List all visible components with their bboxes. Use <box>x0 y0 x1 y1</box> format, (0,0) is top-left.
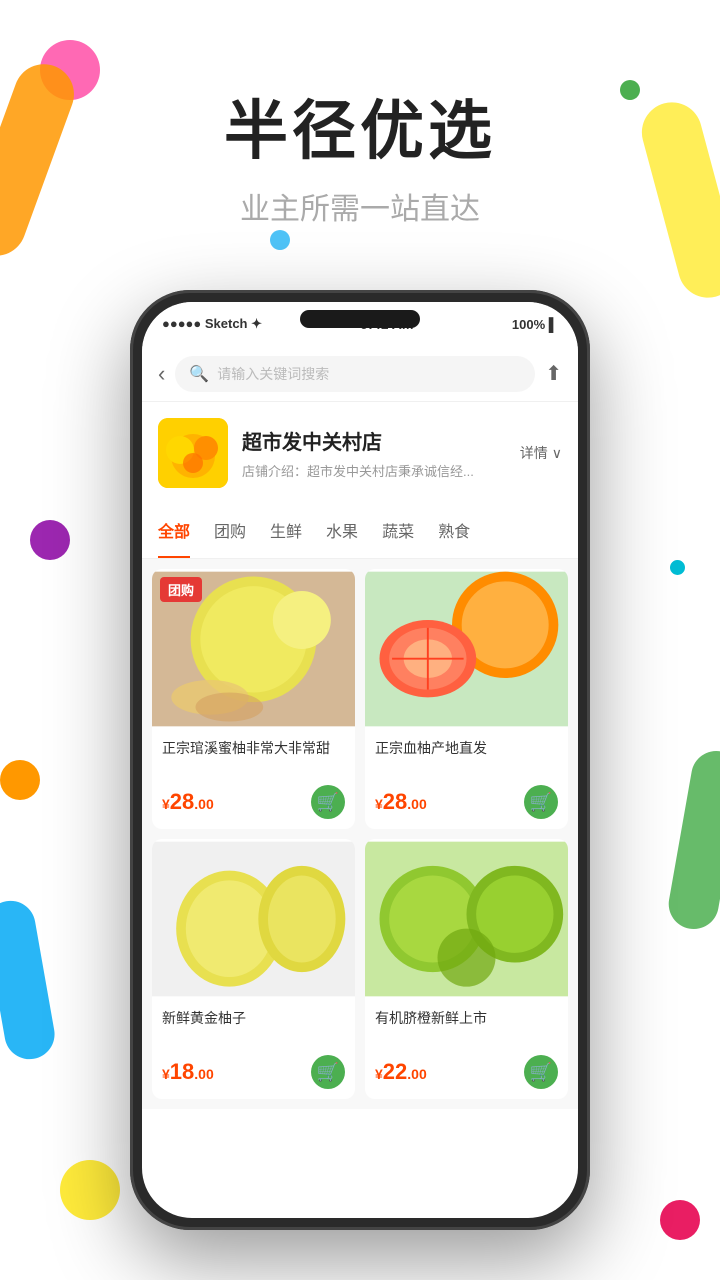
deco-blob-4 <box>60 1160 120 1220</box>
search-icon: 🔍 <box>189 364 209 384</box>
product-info: 新鲜黄金柚子 ¥18.00 🛒 <box>152 999 355 1099</box>
deco-blob-3 <box>0 760 40 800</box>
back-button[interactable]: ‹ <box>158 361 165 387</box>
currency-symbol: ¥ <box>375 796 383 812</box>
product-info: 有机脐橙新鲜上市 ¥22.00 🛒 <box>365 999 568 1099</box>
tab-all[interactable]: 全部 <box>158 504 190 558</box>
product-image <box>365 839 568 999</box>
product-price-row: ¥18.00 🛒 <box>162 1055 345 1089</box>
store-avatar <box>158 418 228 488</box>
store-detail-button[interactable]: 详情 ∨ <box>520 443 562 463</box>
title-area: 半径优选 业主所需一站直达 <box>0 80 720 228</box>
product-price: ¥22.00 <box>375 1059 427 1085</box>
product-image <box>152 839 355 999</box>
store-name: 超市发中关村店 <box>242 426 506 455</box>
main-title: 半径优选 <box>0 80 720 172</box>
deco-blob-1 <box>30 520 70 560</box>
status-app-name: ●●●●● Sketch ✦ <box>162 316 262 332</box>
product-card: 正宗血柚产地直发 ¥28.00 🛒 <box>365 569 568 829</box>
price-decimal: .00 <box>194 796 213 812</box>
tab-cooked[interactable]: 熟食 <box>438 504 470 558</box>
product-name: 正宗琯溪蜜柚非常大非常甜 <box>162 739 345 777</box>
tab-fresh[interactable]: 生鲜 <box>270 504 302 558</box>
product-price-row: ¥28.00 🛒 <box>375 785 558 819</box>
chevron-down-icon: ∨ <box>552 445 562 462</box>
detail-label: 详情 <box>520 443 548 463</box>
product-price: ¥28.00 <box>375 789 427 815</box>
tab-veg[interactable]: 蔬菜 <box>382 504 414 558</box>
add-to-cart-button[interactable]: 🛒 <box>524 785 558 819</box>
share-button[interactable]: ⬆ <box>545 361 562 386</box>
add-to-cart-button[interactable]: 🛒 <box>311 785 345 819</box>
phone-shell: ●●●●● Sketch ✦ 9:41 AM 100% ▌ ‹ 🔍 请输入关键词… <box>130 290 590 1230</box>
status-right: 100% ▌ <box>512 317 558 332</box>
sub-title: 业主所需一站直达 <box>0 184 720 228</box>
nav-bar: ‹ 🔍 请输入关键词搜索 ⬆ <box>142 346 578 402</box>
price-decimal: .00 <box>407 1066 426 1082</box>
category-tabs: 全部团购生鲜水果蔬菜熟食 <box>142 504 578 559</box>
search-placeholder-text: 请输入关键词搜索 <box>217 364 329 384</box>
product-badge: 团购 <box>160 577 202 602</box>
product-name: 新鲜黄金柚子 <box>162 1009 345 1047</box>
price-decimal: .00 <box>407 796 426 812</box>
tab-group[interactable]: 团购 <box>214 504 246 558</box>
phone-mockup: ●●●●● Sketch ✦ 9:41 AM 100% ▌ ‹ 🔍 请输入关键词… <box>130 290 590 1230</box>
product-info: 正宗血柚产地直发 ¥28.00 🛒 <box>365 729 568 829</box>
add-to-cart-button[interactable]: 🛒 <box>311 1055 345 1089</box>
price-decimal: .00 <box>194 1066 213 1082</box>
phone-notch <box>300 310 420 328</box>
product-info: 正宗琯溪蜜柚非常大非常甜 ¥28.00 🛒 <box>152 729 355 829</box>
currency-symbol: ¥ <box>162 796 170 812</box>
product-card: 新鲜黄金柚子 ¥18.00 🛒 <box>152 839 355 1099</box>
search-bar[interactable]: 🔍 请输入关键词搜索 <box>175 356 535 392</box>
store-description: 店铺介绍：超市发中关村店秉承诚信经... <box>242 461 506 480</box>
deco-blob-5 <box>660 1200 700 1240</box>
currency-symbol: ¥ <box>375 1066 383 1082</box>
deco-blob-2 <box>270 230 290 250</box>
store-header: 超市发中关村店 店铺介绍：超市发中关村店秉承诚信经... 详情 ∨ <box>142 402 578 504</box>
add-to-cart-button[interactable]: 🛒 <box>524 1055 558 1089</box>
product-price-row: ¥22.00 🛒 <box>375 1055 558 1089</box>
product-card: 团购 正宗琯溪蜜柚非常大非常甜 ¥28.00 🛒 <box>152 569 355 829</box>
phone-screen: ●●●●● Sketch ✦ 9:41 AM 100% ▌ ‹ 🔍 请输入关键词… <box>142 302 578 1218</box>
store-info: 超市发中关村店 店铺介绍：超市发中关村店秉承诚信经... <box>242 426 506 480</box>
product-name: 有机脐橙新鲜上市 <box>375 1009 558 1047</box>
product-image <box>365 569 568 729</box>
tab-fruit[interactable]: 水果 <box>326 504 358 558</box>
product-image: 团购 <box>152 569 355 729</box>
product-name: 正宗血柚产地直发 <box>375 739 558 777</box>
product-price: ¥28.00 <box>162 789 214 815</box>
product-grid: 团购 正宗琯溪蜜柚非常大非常甜 ¥28.00 🛒 正宗血柚产地直发 <box>142 559 578 1109</box>
product-price-row: ¥28.00 🛒 <box>162 785 345 819</box>
currency-symbol: ¥ <box>162 1066 170 1082</box>
product-price: ¥18.00 <box>162 1059 214 1085</box>
product-card: 有机脐橙新鲜上市 ¥22.00 🛒 <box>365 839 568 1099</box>
deco-blob-7 <box>670 560 685 575</box>
